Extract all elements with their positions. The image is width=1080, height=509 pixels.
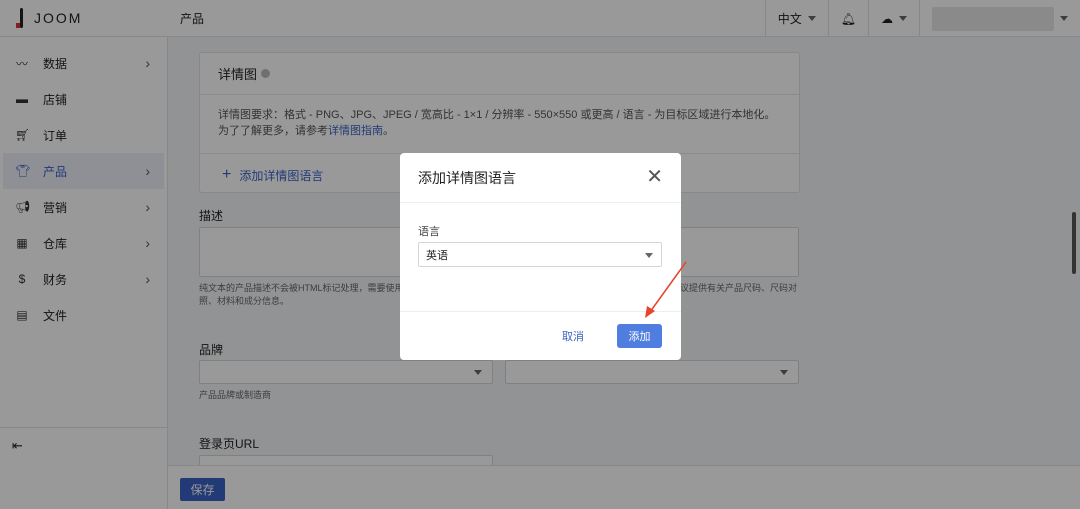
annotation-arrow-icon (645, 261, 687, 318)
